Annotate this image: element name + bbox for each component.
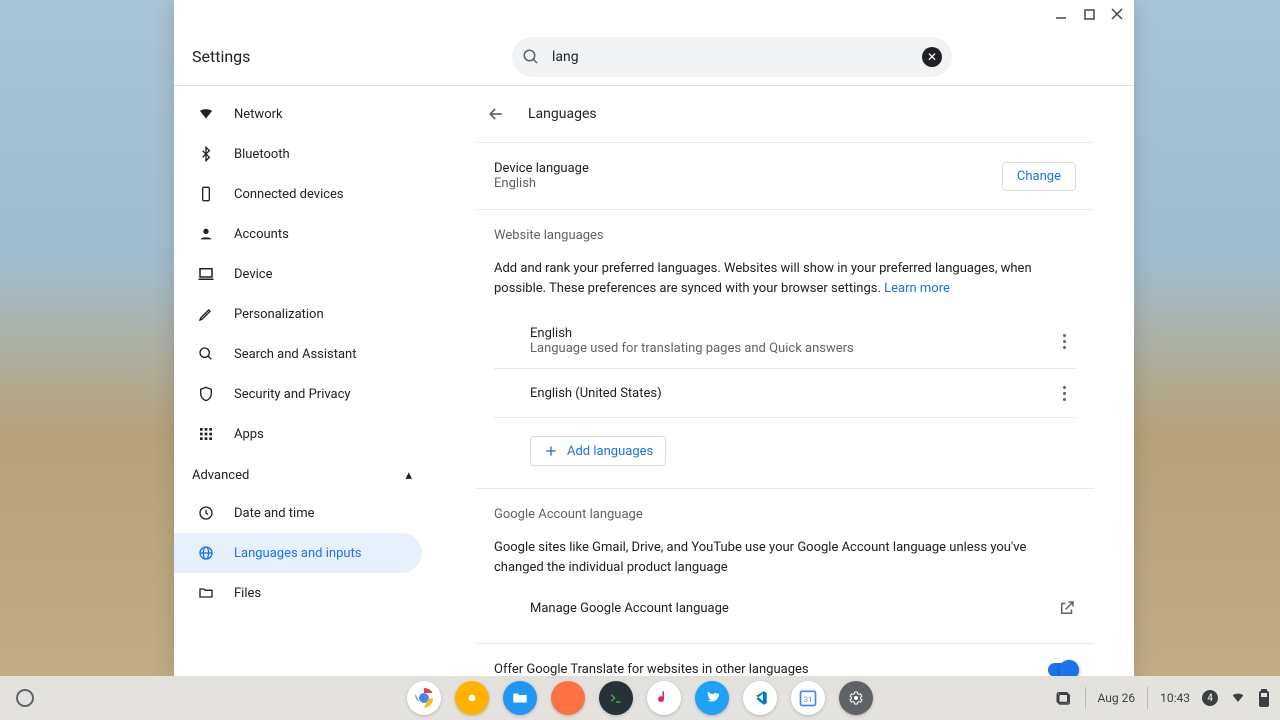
sidebar-item-device[interactable]: Device <box>174 254 422 294</box>
language-row: English (United States) <box>494 368 1076 417</box>
sidebar-item-label: Security and Privacy <box>234 387 351 402</box>
plus-icon <box>543 443 559 459</box>
wifi-icon <box>1230 690 1246 706</box>
sidebar-advanced-toggle[interactable]: Advanced ▴ <box>174 454 436 493</box>
sidebar-item-connected[interactable]: Connected devices <box>174 174 422 214</box>
pencil-icon <box>196 304 216 324</box>
language-name: English (United States) <box>530 386 662 401</box>
close-button[interactable] <box>1110 7 1124 21</box>
chrome-icon[interactable] <box>407 681 441 715</box>
google-language-title: Google Account language <box>494 507 1076 522</box>
maximize-button[interactable] <box>1082 7 1096 21</box>
settings-content: Languages Device language English Change… <box>476 86 1094 676</box>
person-icon <box>196 224 216 244</box>
website-languages-title: Website languages <box>494 228 1076 243</box>
search-icon <box>522 48 540 66</box>
terminal-icon[interactable] <box>599 681 633 715</box>
page-title: Languages <box>528 106 597 122</box>
sidebar-item-files[interactable]: Files <box>174 573 422 613</box>
google-language-desc: Google sites like Gmail, Drive, and YouT… <box>494 538 1076 577</box>
sidebar-item-datetime[interactable]: Date and time <box>174 493 422 533</box>
sidebar-item-label: Date and time <box>234 506 315 521</box>
language-options-button[interactable] <box>1052 329 1076 353</box>
notification-badge: 4 <box>1202 690 1218 706</box>
files-app-icon[interactable] <box>503 681 537 715</box>
open-external-icon[interactable] <box>1058 599 1076 617</box>
language-subtitle: Language used for translating pages and … <box>530 341 854 356</box>
settings-sidebar: Network Bluetooth Connected devices Acco… <box>174 86 436 676</box>
manage-google-language[interactable]: Manage Google Account language <box>530 601 729 616</box>
sidebar-item-label: Accounts <box>234 227 289 242</box>
sidebar-item-bluetooth[interactable]: Bluetooth <box>174 134 422 174</box>
add-languages-button[interactable]: Add languages <box>530 436 666 466</box>
bluetooth-icon <box>196 144 216 164</box>
sidebar-item-personalization[interactable]: Personalization <box>174 294 422 334</box>
sidebar-item-languages[interactable]: Languages and inputs <box>174 533 422 573</box>
search-input[interactable] <box>552 49 922 65</box>
sidebar-item-security[interactable]: Security and Privacy <box>174 374 422 414</box>
sidebar-item-accounts[interactable]: Accounts <box>174 214 422 254</box>
search-icon <box>196 344 216 364</box>
back-button[interactable] <box>482 100 510 128</box>
laptop-icon <box>196 264 216 284</box>
language-options-button[interactable] <box>1052 381 1076 405</box>
launcher-button[interactable] <box>10 689 34 707</box>
battery-icon <box>1258 689 1270 707</box>
sidebar-item-label: Files <box>234 586 261 601</box>
learn-more-link[interactable]: Learn more <box>884 281 950 296</box>
twitter-icon[interactable] <box>695 681 729 715</box>
settings-title: Settings <box>192 47 512 66</box>
device-language-title: Device language <box>494 161 589 176</box>
clock-icon <box>196 503 216 523</box>
sidebar-item-label: Network <box>234 107 283 122</box>
svg-text:31: 31 <box>804 695 812 704</box>
canary-icon[interactable] <box>455 681 489 715</box>
sidebar-item-label: Personalization <box>234 307 324 322</box>
wifi-icon <box>196 104 216 124</box>
translate-toggle[interactable] <box>1048 663 1076 677</box>
settings-window: Settings ✕ Network Bluetooth Connected d… <box>174 0 1134 676</box>
sidebar-item-label: Apps <box>234 427 264 442</box>
folder-icon <box>196 583 216 603</box>
settings-header: Settings ✕ <box>174 28 1134 86</box>
sidebar-item-apps[interactable]: Apps <box>174 414 422 454</box>
tote-icon <box>1055 689 1073 707</box>
apps-icon <box>196 424 216 444</box>
globe-icon <box>196 543 216 563</box>
sidebar-item-label: Device <box>234 267 273 282</box>
window-titlebar <box>174 0 1134 28</box>
phone-icon <box>196 184 216 204</box>
sidebar-item-search[interactable]: Search and Assistant <box>174 334 422 374</box>
website-languages-desc: Add and rank your preferred languages. W… <box>494 259 1076 298</box>
music-icon[interactable] <box>647 681 681 715</box>
shield-icon <box>196 384 216 404</box>
system-tray[interactable]: Aug 26 10:43 4 <box>1055 687 1270 709</box>
tray-time: 10:43 <box>1160 691 1190 705</box>
translate-offer-label: Offer Google Translate for websites in o… <box>494 662 809 676</box>
change-button[interactable]: Change <box>1002 162 1076 191</box>
language-name: English <box>530 326 854 341</box>
chevron-up-icon: ▴ <box>405 468 412 483</box>
minimize-button[interactable] <box>1054 7 1068 21</box>
sidebar-item-network[interactable]: Network <box>174 94 422 134</box>
language-row: English Language used for translating pa… <box>494 314 1076 368</box>
taskbar: 31 Aug 26 10:43 4 <box>0 676 1280 720</box>
app-icon[interactable] <box>551 681 585 715</box>
sidebar-item-label: Search and Assistant <box>234 347 357 362</box>
vscode-icon[interactable] <box>743 681 777 715</box>
taskbar-apps: 31 <box>407 681 873 715</box>
sidebar-item-label: Languages and inputs <box>234 546 362 561</box>
device-language-value: English <box>494 176 589 191</box>
settings-app-icon[interactable] <box>839 681 873 715</box>
tray-date: Aug 26 <box>1098 691 1136 705</box>
search-box[interactable]: ✕ <box>512 37 952 77</box>
clear-search-button[interactable]: ✕ <box>922 47 942 67</box>
calendar-icon[interactable]: 31 <box>791 681 825 715</box>
advanced-label: Advanced <box>192 468 249 483</box>
sidebar-item-label: Bluetooth <box>234 147 290 162</box>
sidebar-item-label: Connected devices <box>234 187 344 202</box>
